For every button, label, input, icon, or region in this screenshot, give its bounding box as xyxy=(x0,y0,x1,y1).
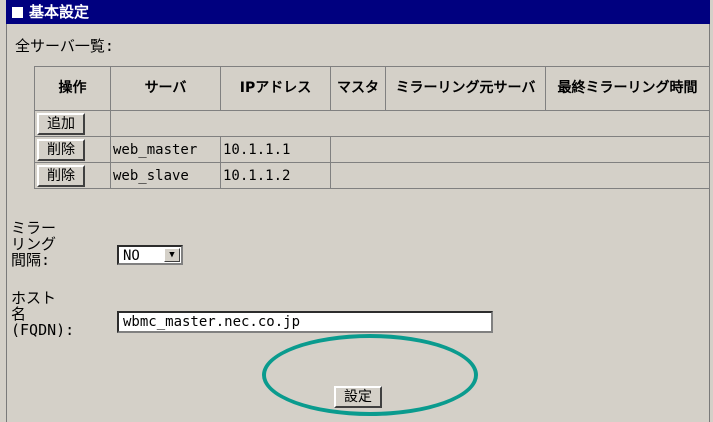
column-header: IPアドレス xyxy=(220,66,331,111)
submit-button[interactable]: 設定 xyxy=(334,386,382,408)
mirroring-interval-label: ミラーリング間隔: xyxy=(11,219,57,269)
mirroring-interval-select[interactable]: NO ▼ xyxy=(117,245,183,265)
column-header: マスタ xyxy=(330,66,386,111)
table-row: 追加 xyxy=(34,110,710,137)
delete-button[interactable]: 削除 xyxy=(37,164,85,187)
delete-button[interactable]: 削除 xyxy=(37,138,85,161)
column-header: 操作 xyxy=(34,66,111,111)
empty-cell xyxy=(330,162,710,189)
add-button[interactable]: 追加 xyxy=(37,112,85,135)
ip-cell: 10.1.1.2 xyxy=(220,162,331,189)
column-header: サーバ xyxy=(110,66,221,111)
mirroring-interval-value: NO xyxy=(123,248,140,264)
chevron-down-icon[interactable]: ▼ xyxy=(164,248,180,262)
settings-panel: 全サーバ一覧: 操作 サーバ IPアドレス マスタ ミラーリング元サーバ 最終ミ… xyxy=(6,24,710,422)
table-row: 削除 web_master 10.1.1.1 xyxy=(34,136,710,163)
window-title-bar: 基本設定 xyxy=(6,0,710,24)
table-header-row: 操作 サーバ IPアドレス マスタ ミラーリング元サーバ 最終ミラーリング時間 xyxy=(34,66,710,111)
square-icon xyxy=(12,7,23,18)
column-header: 最終ミラーリング時間 xyxy=(545,66,710,111)
hostname-input[interactable] xyxy=(117,311,493,333)
column-header: ミラーリング元サーバ xyxy=(385,66,546,111)
hostname-label: ホスト名(FQDN): xyxy=(11,289,75,339)
server-cell: web_slave xyxy=(110,162,221,189)
server-table: 操作 サーバ IPアドレス マスタ ミラーリング元サーバ 最終ミラーリング時間 … xyxy=(34,66,710,189)
ip-cell: 10.1.1.1 xyxy=(220,136,331,163)
empty-cell xyxy=(330,136,710,163)
empty-cell xyxy=(110,110,710,137)
window-title: 基本設定 xyxy=(29,3,90,21)
all-servers-label: 全サーバ一覧: xyxy=(15,37,114,55)
table-row: 削除 web_slave 10.1.1.2 xyxy=(34,162,710,189)
server-cell: web_master xyxy=(110,136,221,163)
